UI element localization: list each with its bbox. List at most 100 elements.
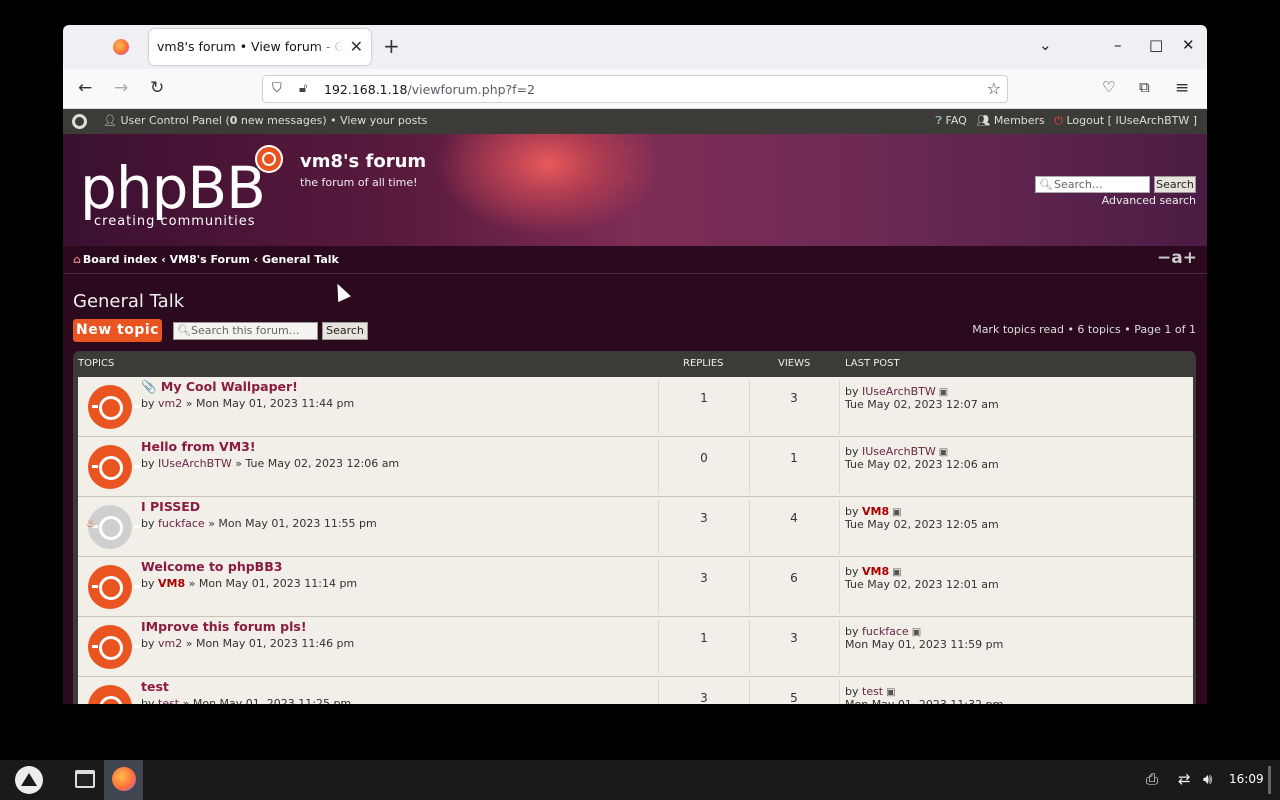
reload-icon[interactable]: ↻ bbox=[150, 78, 164, 98]
last-post-author-link[interactable]: VM8 bbox=[862, 505, 889, 518]
extensions-icon[interactable]: ⧉ bbox=[1139, 78, 1150, 96]
header-search-input[interactable]: 🔍︎ Search… bbox=[1035, 176, 1150, 193]
pagination-info[interactable]: Mark topics read • 6 topics • Page 1 of … bbox=[972, 323, 1196, 336]
topic-title[interactable]: IMprove this forum pls! bbox=[141, 619, 307, 634]
new-topic-button[interactable]: New topic bbox=[73, 319, 162, 342]
back-icon[interactable]: ← bbox=[78, 78, 92, 98]
bookmark-star-icon[interactable]: ☆ bbox=[987, 79, 1001, 98]
go-to-last-post-icon[interactable]: ▣ bbox=[886, 687, 895, 698]
last-post-author: by fuckface ▣ bbox=[845, 625, 921, 638]
author-link[interactable]: test bbox=[158, 697, 179, 704]
bullet: • bbox=[326, 114, 341, 127]
views-count: 6 bbox=[790, 571, 798, 585]
column-divider bbox=[658, 380, 659, 434]
show-desktop-button[interactable] bbox=[1268, 766, 1271, 794]
list-all-tabs-icon[interactable]: ⌄ bbox=[1039, 36, 1052, 54]
url-text[interactable]: 192.168.1.18/viewforum.php?f=2 bbox=[324, 82, 535, 97]
active-tab[interactable]: vm8's forum • View forum - General Talk … bbox=[149, 29, 371, 65]
by-label: by bbox=[845, 505, 862, 518]
close-window-icon[interactable]: ✕ bbox=[1182, 36, 1195, 54]
last-post-author-link[interactable]: IUseArchBTW bbox=[862, 445, 936, 458]
breadcrumb-current[interactable]: General Talk bbox=[262, 253, 339, 266]
column-divider bbox=[839, 440, 840, 494]
last-post-author-link[interactable]: fuckface bbox=[862, 625, 909, 638]
pocket-icon[interactable]: ♡ bbox=[1102, 78, 1115, 96]
maximize-icon[interactable]: □ bbox=[1149, 36, 1163, 54]
phpbb-logo-subtitle: creating communities bbox=[94, 214, 256, 229]
firefox-taskbar-item[interactable] bbox=[104, 760, 143, 800]
topic-title[interactable]: test bbox=[141, 679, 169, 694]
last-post-author-link[interactable]: IUseArchBTW bbox=[862, 385, 936, 398]
page-title[interactable]: General Talk bbox=[73, 291, 184, 312]
font-size-control[interactable]: −a+ bbox=[1157, 248, 1197, 268]
replies-count: 3 bbox=[700, 571, 708, 585]
breadcrumb-board-index[interactable]: Board index bbox=[83, 253, 158, 266]
header-search-button[interactable]: Search bbox=[1154, 176, 1196, 193]
view-posts-link[interactable]: View your posts bbox=[340, 114, 427, 127]
printer-icon[interactable]: ⎙ bbox=[1146, 770, 1158, 788]
last-post-date: Mon May 01, 2023 11:32 pm bbox=[845, 698, 1003, 704]
terminal-icon[interactable] bbox=[75, 770, 95, 788]
insecure-lock-icon[interactable]: 🔓︎ bbox=[299, 81, 307, 96]
column-divider bbox=[658, 680, 659, 704]
table-row: 📎 My Cool Wallpaper! by vm2 » Mon May 01,… bbox=[78, 377, 1193, 437]
topic-title[interactable]: My Cool Wallpaper! bbox=[161, 379, 298, 394]
ubuntu-logo-icon[interactable] bbox=[72, 114, 87, 129]
breadcrumb-forum[interactable]: VM8's Forum bbox=[170, 253, 250, 266]
replies-count: 1 bbox=[700, 391, 708, 405]
volume-icon[interactable]: 🔊︎ bbox=[1203, 770, 1212, 788]
author-link[interactable]: vm2 bbox=[158, 637, 182, 650]
forum-search-button[interactable]: Search bbox=[322, 322, 368, 340]
topic-title-link[interactable]: I PISSED bbox=[141, 499, 200, 514]
url-bar[interactable]: ⛉ 🔓︎ 192.168.1.18/viewforum.php?f=2 ☆ bbox=[262, 75, 1008, 103]
last-post-author-link[interactable]: VM8 bbox=[862, 565, 889, 578]
advanced-search-link[interactable]: Advanced search bbox=[1102, 194, 1196, 207]
go-to-last-post-icon[interactable]: ▣ bbox=[892, 507, 901, 518]
forum-search-input[interactable]: 🔍︎ Search this forum… bbox=[173, 322, 318, 340]
logout-link[interactable]: Logout [ IUseArchBTW ] bbox=[1067, 114, 1198, 127]
shield-icon[interactable]: ⛉ bbox=[272, 81, 282, 96]
replies-count: 3 bbox=[700, 691, 708, 704]
clock[interactable]: 16:09 bbox=[1229, 772, 1264, 786]
topic-title-link[interactable]: 📎 My Cool Wallpaper! bbox=[141, 379, 298, 395]
views-count: 1 bbox=[790, 451, 798, 465]
go-to-last-post-icon[interactable]: ▣ bbox=[939, 387, 948, 398]
minimize-icon[interactable]: – bbox=[1114, 36, 1122, 54]
go-to-last-post-icon[interactable]: ▣ bbox=[939, 447, 948, 458]
topic-title-link[interactable]: Hello from VM3! bbox=[141, 439, 256, 454]
topic-status-icon bbox=[88, 625, 140, 669]
phpbb-logo[interactable]: phpBB bbox=[80, 159, 266, 217]
topic-title[interactable]: Welcome to phpBB3 bbox=[141, 559, 282, 574]
faq-link[interactable]: FAQ bbox=[946, 114, 967, 127]
new-tab-icon[interactable]: + bbox=[383, 34, 400, 58]
topic-date: » Mon May 01, 2023 11:55 pm bbox=[204, 517, 377, 530]
topic-title-link[interactable]: Welcome to phpBB3 bbox=[141, 559, 282, 574]
author-link[interactable]: VM8 bbox=[158, 577, 185, 590]
menu-icon[interactable]: ≡ bbox=[1175, 78, 1189, 98]
author-link[interactable]: fuckface bbox=[158, 517, 205, 530]
author-link[interactable]: vm2 bbox=[158, 397, 182, 410]
members-link[interactable]: Members bbox=[994, 114, 1045, 127]
tab-close-icon[interactable]: ✕ bbox=[350, 37, 363, 56]
last-post-author-link[interactable]: test bbox=[862, 685, 883, 698]
search-icon: 🔍︎ bbox=[1039, 178, 1053, 191]
author-link[interactable]: IUseArchBTW bbox=[158, 457, 232, 470]
header-search-placeholder: Search… bbox=[1054, 178, 1103, 191]
go-to-last-post-icon[interactable]: ▣ bbox=[912, 627, 921, 638]
ucp-link[interactable]: User Control Panel (0 new messages) bbox=[120, 114, 326, 127]
home-icon[interactable]: ⌂ bbox=[73, 253, 81, 266]
breadcrumb-separator: ‹ bbox=[249, 253, 263, 266]
topic-title[interactable]: I PISSED bbox=[141, 499, 200, 514]
forward-icon[interactable]: → bbox=[114, 78, 128, 98]
tab-title: vm8's forum • View forum - General Talk bbox=[157, 39, 343, 54]
topic-date: » Mon May 01, 2023 11:44 pm bbox=[182, 397, 355, 410]
network-icon[interactable]: ⇄ bbox=[1178, 770, 1191, 788]
last-post-date: Tue May 02, 2023 12:01 am bbox=[845, 578, 999, 591]
start-menu-icon[interactable] bbox=[15, 766, 43, 794]
topic-title-link[interactable]: test bbox=[141, 679, 169, 694]
topic-title[interactable]: Hello from VM3! bbox=[141, 439, 256, 454]
topic-title-link[interactable]: IMprove this forum pls! bbox=[141, 619, 307, 634]
firefox-view-icon[interactable] bbox=[113, 39, 129, 55]
last-post-author: by VM8 ▣ bbox=[845, 565, 902, 578]
go-to-last-post-icon[interactable]: ▣ bbox=[892, 567, 901, 578]
